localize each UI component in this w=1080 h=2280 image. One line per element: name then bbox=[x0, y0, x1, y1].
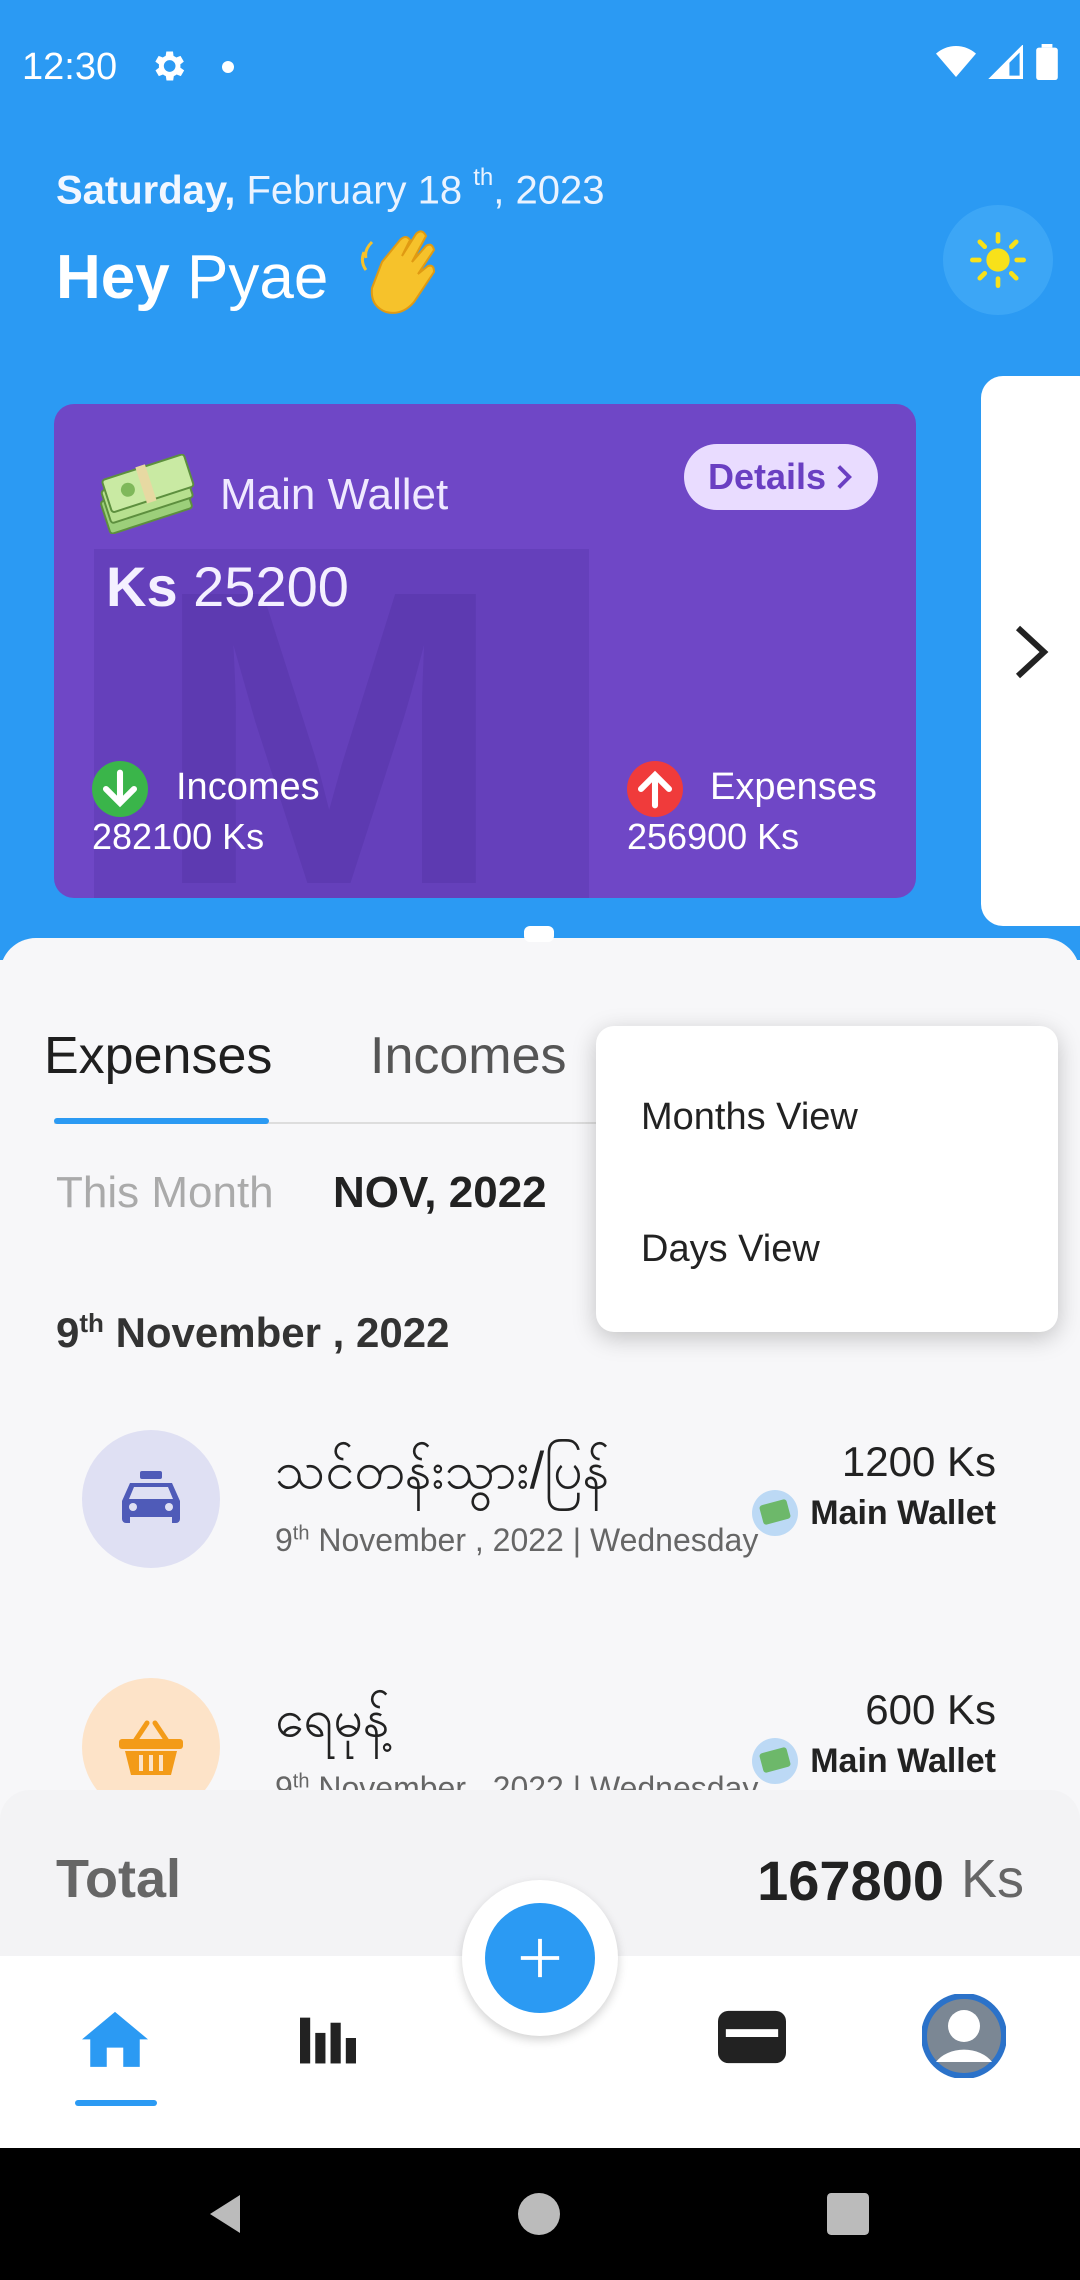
tab-indicator bbox=[54, 1118, 269, 1124]
waving-hand-icon bbox=[360, 230, 436, 314]
battery-icon bbox=[1036, 44, 1058, 80]
current-date: Saturday, February 18 th, 2023 bbox=[56, 164, 605, 213]
transaction-date: 9th November , 2022 | Wednesday bbox=[275, 1770, 759, 1792]
chevron-right-icon[interactable] bbox=[1010, 622, 1054, 682]
transaction-wallet: Main Wallet bbox=[752, 1490, 996, 1536]
notification-dot bbox=[222, 61, 234, 73]
transaction-title: ရေမုန့် bbox=[275, 1690, 390, 1748]
add-transaction-button[interactable] bbox=[485, 1903, 595, 2013]
period-label[interactable]: This Month bbox=[56, 1168, 274, 1218]
recents-icon[interactable] bbox=[827, 2193, 869, 2235]
stats-icon[interactable] bbox=[300, 2012, 356, 2064]
money-icon bbox=[752, 1738, 799, 1784]
income-arrow-icon bbox=[92, 761, 148, 817]
total-value: 167800 bbox=[757, 1849, 944, 1912]
day-group-title: 9th November , 2022 bbox=[56, 1308, 450, 1356]
sun-icon bbox=[970, 232, 1026, 288]
period-value[interactable]: NOV, 2022 bbox=[333, 1168, 547, 1218]
wallet-balance: Ks 25200 bbox=[106, 555, 349, 618]
expenses-value: 256900 Ks bbox=[627, 816, 800, 857]
chevron-right-icon bbox=[837, 465, 853, 489]
total-label: Total bbox=[56, 1849, 181, 1909]
transaction-date: 9th November , 2022 | Wednesday bbox=[275, 1522, 759, 1558]
transaction-row[interactable]: သင်တန်းသွား/ပြန် 9th November , 2022 | W… bbox=[0, 1430, 1080, 1630]
nav-indicator bbox=[75, 2100, 157, 2106]
signal-icon bbox=[988, 45, 1023, 79]
incomes-value: 282100 Ks bbox=[92, 816, 265, 857]
transaction-row[interactable]: ရေမုန့် 9th November , 2022 | Wednesday … bbox=[0, 1678, 1080, 1792]
profile-avatar-icon[interactable] bbox=[922, 1994, 1006, 2078]
view-menu: Months View Days View bbox=[596, 1026, 1058, 1332]
system-nav-bar bbox=[0, 2148, 1080, 2280]
sheet-handle[interactable] bbox=[524, 926, 554, 942]
expense-arrow-icon bbox=[627, 761, 683, 817]
transaction-amount: 1200 Ks bbox=[841, 1438, 996, 1485]
money-icon bbox=[752, 1490, 799, 1536]
settings-icon bbox=[155, 51, 185, 81]
total-unit: Ks bbox=[960, 1849, 1024, 1909]
home-icon[interactable] bbox=[82, 2009, 148, 2067]
wallet-icon[interactable] bbox=[718, 2010, 786, 2064]
details-button[interactable]: Details bbox=[684, 444, 878, 510]
transaction-title: သင်တန်းသွား/ပြန် bbox=[275, 1442, 610, 1500]
menu-item-days-view[interactable]: Days View bbox=[641, 1228, 820, 1271]
wallet-name: Main Wallet bbox=[220, 470, 449, 519]
basket-icon bbox=[82, 1678, 220, 1792]
wifi-icon bbox=[936, 46, 976, 77]
money-stack-icon bbox=[100, 454, 195, 534]
status-time: 12:30 bbox=[22, 46, 118, 88]
incomes-label: Incomes bbox=[176, 766, 320, 808]
expenses-label: Expenses bbox=[710, 766, 877, 808]
taxi-icon bbox=[82, 1430, 220, 1568]
tab-expenses[interactable]: Expenses bbox=[44, 1026, 272, 1086]
transaction-amount: 600 Ks bbox=[865, 1686, 996, 1733]
plus-icon bbox=[520, 1938, 560, 1978]
status-bar: 12:30 bbox=[0, 0, 1080, 135]
menu-item-months-view[interactable]: Months View bbox=[641, 1096, 858, 1139]
transaction-list: သင်တန်းသွား/ပြန် 9th November , 2022 | W… bbox=[0, 1400, 1080, 1792]
wallet-card[interactable]: M Main Wallet Ks 25200 Details Incomes 2… bbox=[54, 404, 916, 898]
back-icon[interactable] bbox=[204, 2191, 244, 2237]
greeting: Hey Pyae bbox=[56, 243, 329, 312]
tab-incomes[interactable]: Incomes bbox=[370, 1026, 567, 1086]
home-nav-icon[interactable] bbox=[518, 2193, 560, 2235]
transaction-wallet: Main Wallet bbox=[752, 1738, 996, 1784]
theme-toggle-button[interactable] bbox=[943, 205, 1053, 315]
